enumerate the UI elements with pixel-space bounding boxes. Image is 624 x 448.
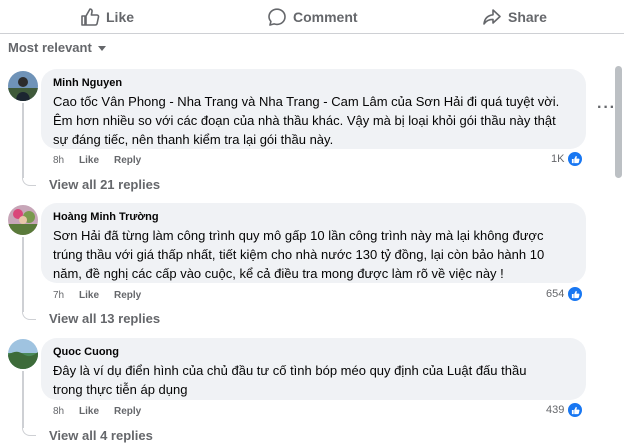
comment-text: Đây là ví dụ điển hình của chủ đầu tư cố… <box>53 363 527 397</box>
comment-bubble: Quoc Cuong Đây là ví dụ điển hình của ch… <box>41 338 586 400</box>
comment-time[interactable]: 8h <box>53 155 79 166</box>
share-label: Share <box>508 9 547 25</box>
view-replies-link[interactable]: View all 13 replies <box>49 311 160 326</box>
reply-thread-curve <box>22 310 36 320</box>
reply-thread-curve <box>22 426 36 436</box>
reply-thread-curve <box>22 176 36 186</box>
sort-dropdown[interactable]: Most relevant <box>8 40 106 55</box>
share-button[interactable]: Share <box>482 6 547 28</box>
reply-thread-line <box>22 371 24 428</box>
thumbs-up-icon <box>80 7 100 27</box>
comment-like-button[interactable]: Like <box>79 290 114 301</box>
divider <box>0 33 624 34</box>
comment-meta: 7h Like Reply <box>53 290 141 301</box>
comment-meta: 8h Like Reply <box>53 155 141 166</box>
like-reaction-icon <box>567 402 584 418</box>
reply-thread-line <box>22 237 24 312</box>
comment-time[interactable]: 8h <box>53 406 79 417</box>
reaction-count[interactable]: 654 <box>546 286 584 302</box>
comment-like-button[interactable]: Like <box>79 406 114 417</box>
comment-icon <box>267 7 287 27</box>
reaction-count-value: 439 <box>546 404 565 416</box>
chevron-down-icon <box>97 46 106 51</box>
like-label: Like <box>106 9 135 25</box>
scrollbar-thumb[interactable] <box>615 66 622 178</box>
view-replies-link[interactable]: View all 4 replies <box>49 428 153 443</box>
comment-reply-button[interactable]: Reply <box>114 406 141 417</box>
comment-meta: 8h Like Reply <box>53 406 141 417</box>
reaction-count-value: 654 <box>546 288 565 300</box>
reply-thread-line <box>22 103 24 178</box>
comment-reply-button[interactable]: Reply <box>114 155 141 166</box>
reaction-count[interactable]: 439 <box>546 402 584 418</box>
comment-time[interactable]: 7h <box>53 290 79 301</box>
comment-bubble: Hoàng Minh Trường Sơn Hải đã từng làm cô… <box>41 203 586 283</box>
post-action-bar: Like Comment Share <box>0 0 624 34</box>
more-icon[interactable]: ··· <box>597 100 616 116</box>
reaction-count[interactable]: 1K <box>551 151 584 167</box>
comment-text: Cao tốc Vân Phong - Nha Trang và Nha Tra… <box>53 94 560 147</box>
comment-author[interactable]: Minh Nguyen <box>53 77 574 89</box>
comment-text: Sơn Hải đã từng làm công trình quy mô gấ… <box>53 228 545 281</box>
avatar[interactable] <box>8 205 38 235</box>
scrollbar[interactable] <box>615 66 622 444</box>
reaction-count-value: 1K <box>551 153 565 165</box>
sort-label: Most relevant <box>8 40 92 55</box>
view-replies-link[interactable]: View all 21 replies <box>49 177 160 192</box>
comment-label: Comment <box>293 9 358 25</box>
comment-author[interactable]: Quoc Cuong <box>53 346 574 358</box>
share-icon <box>482 7 502 27</box>
comment-like-button[interactable]: Like <box>79 155 114 166</box>
like-reaction-icon <box>567 151 584 167</box>
comment-bubble: Minh Nguyen Cao tốc Vân Phong - Nha Tran… <box>41 69 586 149</box>
comment-author[interactable]: Hoàng Minh Trường <box>53 211 574 223</box>
like-button[interactable]: Like <box>80 6 134 28</box>
comment-button[interactable]: Comment <box>267 6 358 28</box>
comment-reply-button[interactable]: Reply <box>114 290 141 301</box>
avatar[interactable] <box>8 339 38 369</box>
like-reaction-icon <box>567 286 584 302</box>
avatar[interactable] <box>8 71 38 101</box>
